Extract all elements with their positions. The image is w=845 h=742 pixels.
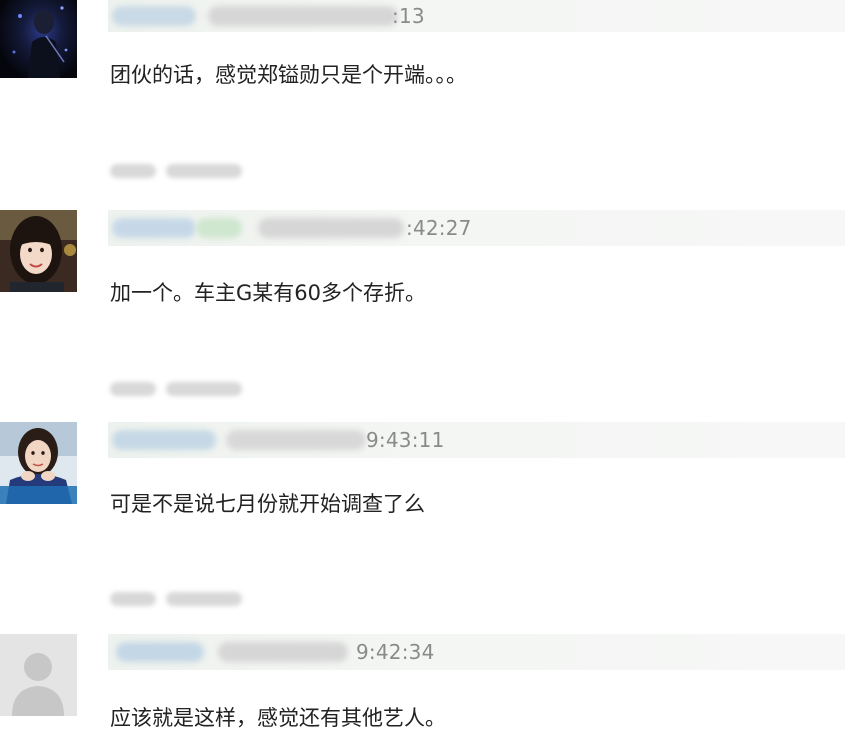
blurred-username xyxy=(112,430,216,450)
comment-meta-bar: 9:43:11 xyxy=(108,422,845,458)
user-avatar[interactable] xyxy=(0,422,77,504)
comment-text: 团伙的话，感觉郑镒勋只是个开端。。。 xyxy=(110,63,467,87)
user-avatar[interactable] xyxy=(0,0,77,78)
blurred-reply-link[interactable] xyxy=(108,158,244,184)
blurred-username xyxy=(208,6,398,26)
comment-meta-bar: :42:27 xyxy=(108,210,845,246)
blurred-reply-link[interactable] xyxy=(108,586,244,612)
blurred-username xyxy=(196,218,242,238)
blurred-reply-link[interactable] xyxy=(108,376,244,402)
girl-chin-on-hands-avatar-icon xyxy=(0,422,77,504)
blurred-username xyxy=(226,430,366,450)
comment-text: 应该就是这样，感觉还有其他艺人。 xyxy=(110,706,446,730)
comment-timestamp: :13 xyxy=(392,4,425,28)
user-avatar[interactable] xyxy=(0,210,77,292)
blurred-username xyxy=(258,218,404,238)
blurred-username xyxy=(218,642,348,662)
user-avatar[interactable] xyxy=(0,634,77,716)
comment-timestamp: :42:27 xyxy=(406,216,472,240)
comment-meta-bar: 9:42:34 xyxy=(108,634,845,670)
comment-text: 加一个。车主G某有60多个存折。 xyxy=(110,281,426,305)
dark-concert-photo-avatar-icon xyxy=(0,0,77,78)
comment-meta-bar: :13 xyxy=(108,0,845,32)
blurred-username xyxy=(116,642,204,662)
girl-portrait-avatar-icon xyxy=(0,210,77,292)
comment-timestamp: 9:43:11 xyxy=(366,428,445,452)
default-user-avatar-icon xyxy=(0,634,77,716)
blurred-username xyxy=(112,218,196,238)
comment-text: 可是不是说七月份就开始调查了么 xyxy=(110,492,425,516)
comment-timestamp: 9:42:34 xyxy=(356,640,435,664)
blurred-username xyxy=(112,6,196,26)
